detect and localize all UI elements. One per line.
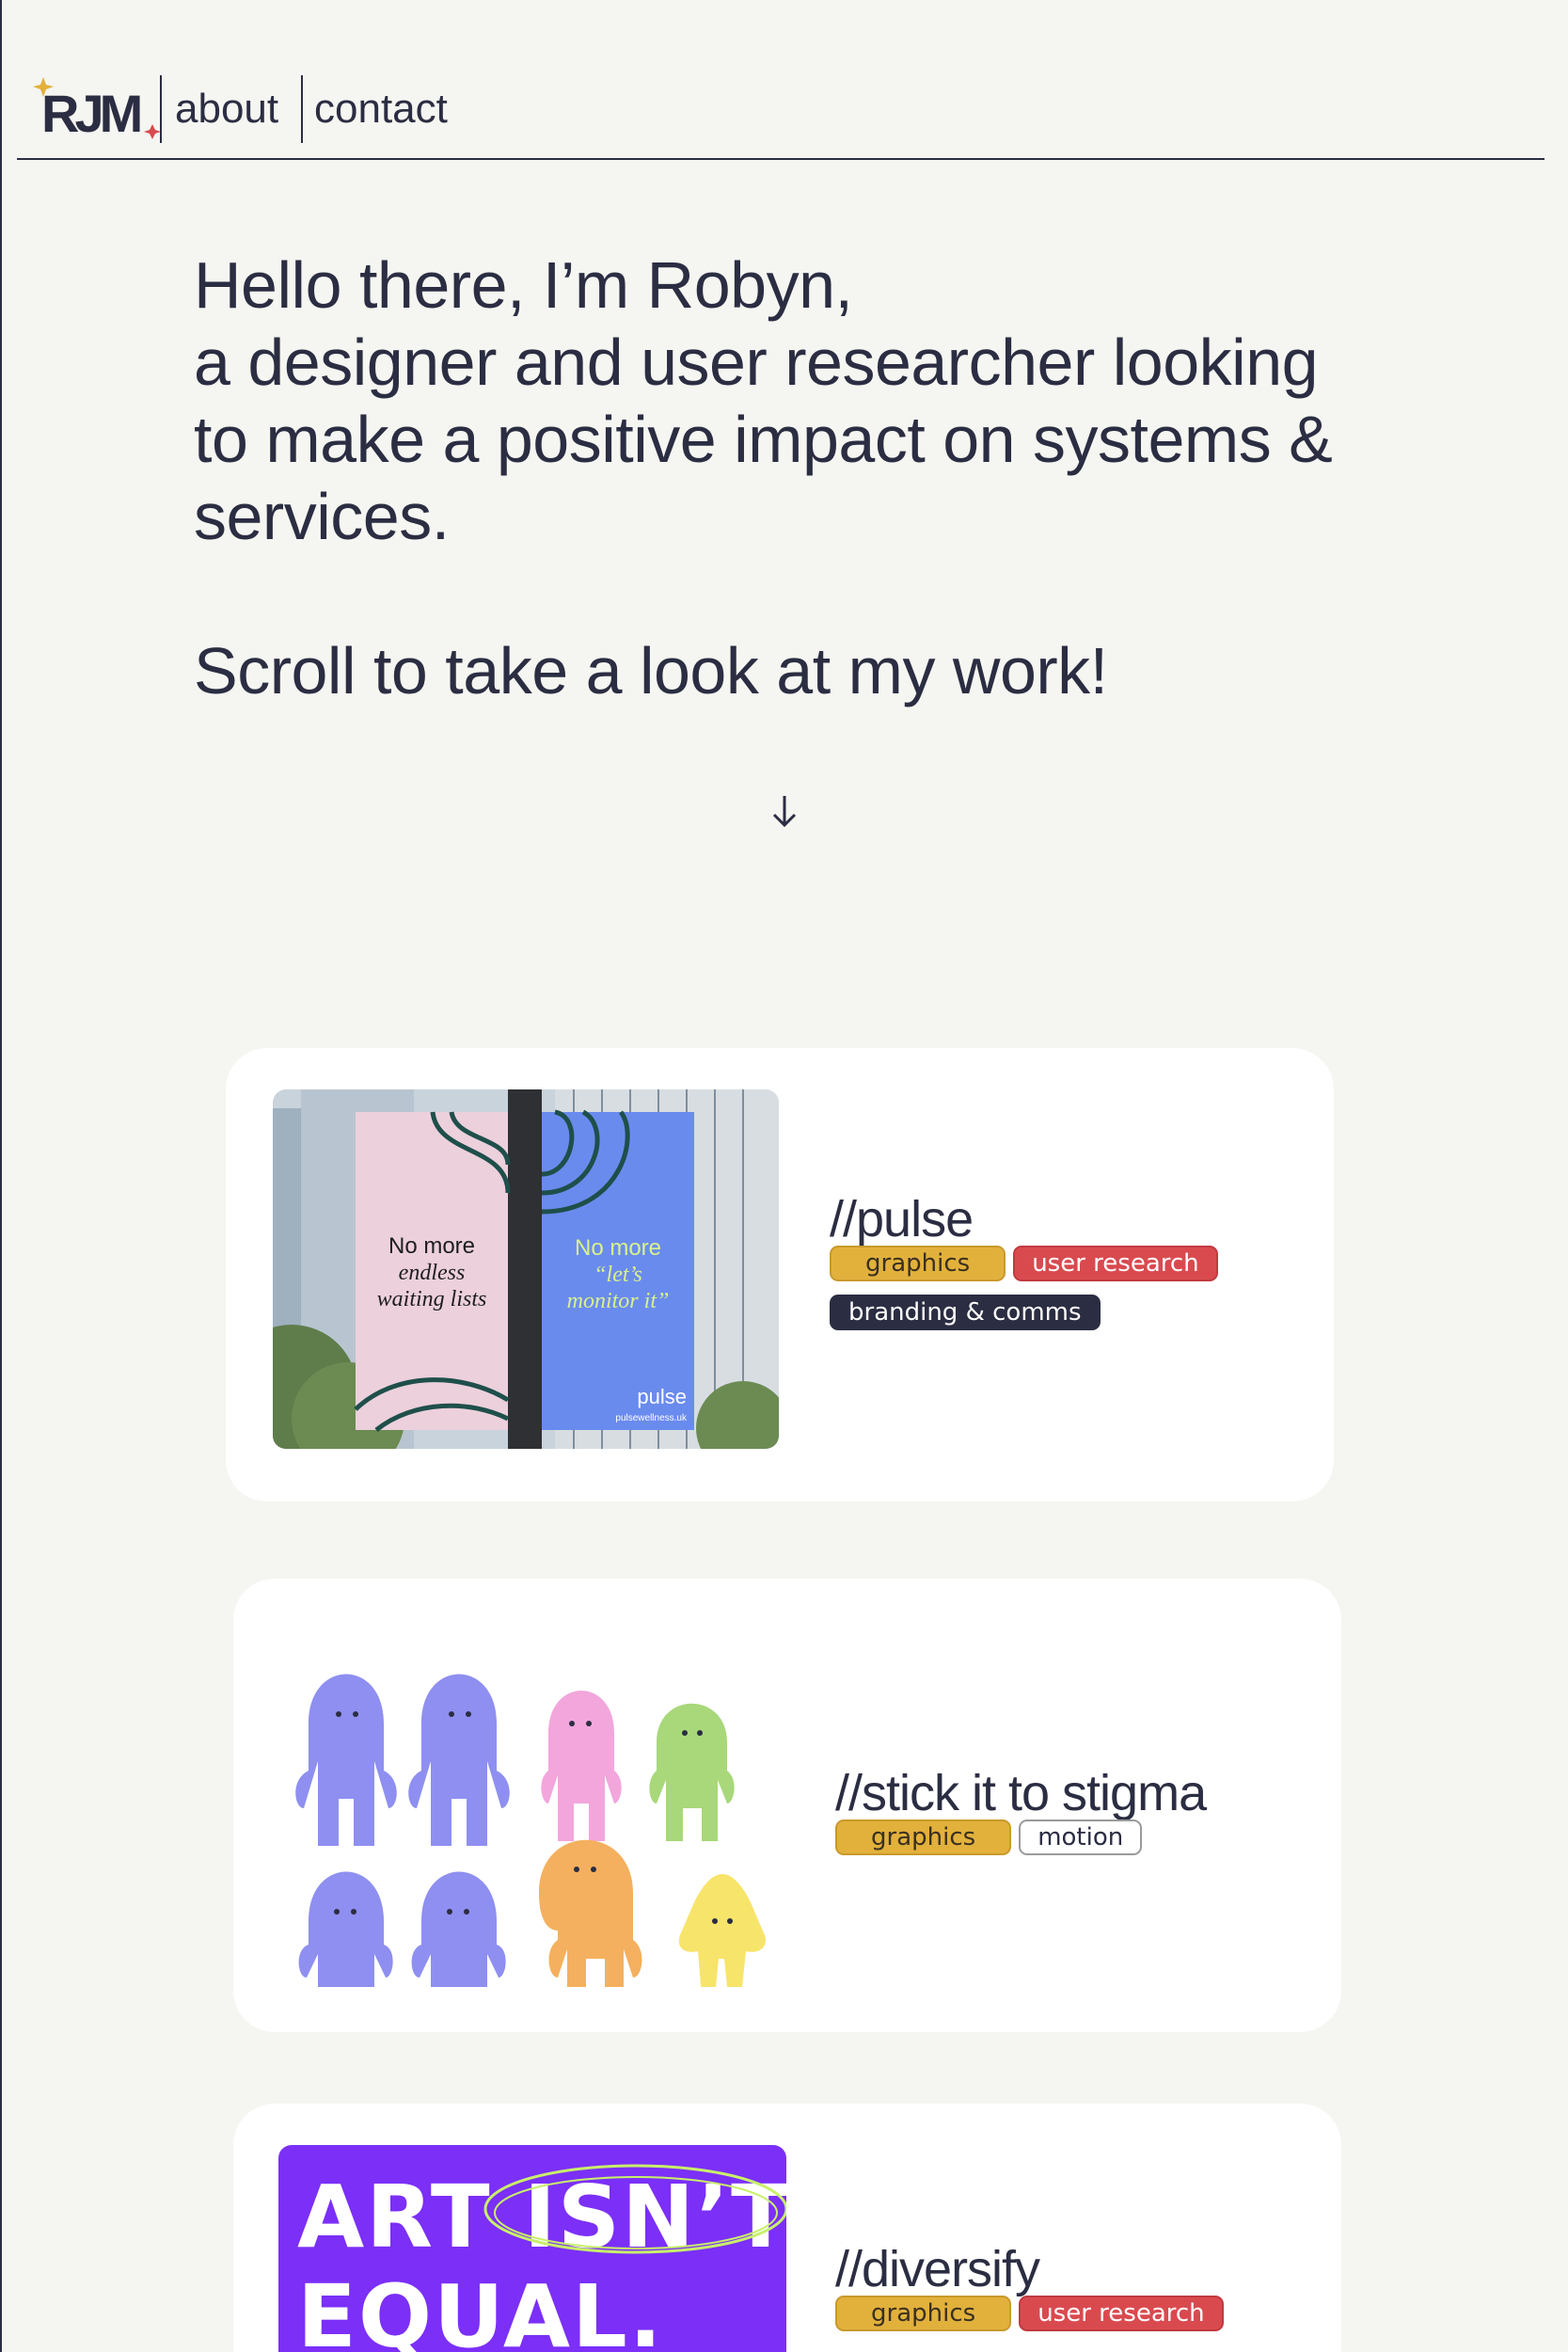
tag-user-research: user research [1019, 2296, 1224, 2331]
tag-graphics: graphics [830, 1246, 1006, 1281]
tag-list: graphics motion [835, 1820, 1268, 1855]
project-card-diversify[interactable]: ART ISN’T EQUAL. //diversify graphics us… [233, 2104, 1341, 2352]
banner-url-text: pulsewellness.uk [615, 1413, 688, 1423]
poster-headline: ART ISN’T [297, 2167, 786, 2267]
nav-about-link[interactable]: about [175, 75, 278, 143]
banner-right-text: “let’s [594, 1263, 642, 1287]
intro-line: to make a positive impact on systems & [194, 403, 1333, 476]
scroll-prompt: Scroll to take a look at my work! [194, 634, 1108, 707]
rjm-logo[interactable]: RJM [30, 66, 162, 141]
street-banner-image: No more endless waiting lists No more “l… [273, 1089, 779, 1449]
intro-greeting: Hello there, I’m Robyn, [194, 248, 853, 322]
intro-line: a designer and user researcher looking [194, 326, 1319, 399]
sparkle-red-icon [144, 124, 161, 139]
project-title[interactable]: //pulse [830, 1191, 974, 1248]
pulse-project-image[interactable]: No more endless waiting lists No more “l… [273, 1089, 779, 1449]
project-card-pulse[interactable]: No more endless waiting lists No more “l… [226, 1048, 1334, 1502]
intro-section: Hello there, I’m Robyn, a designer and u… [194, 246, 1435, 709]
banner-right-text: No more [575, 1235, 661, 1261]
down-arrow-icon[interactable] [766, 790, 803, 832]
banner-left-text: endless [399, 1261, 466, 1285]
project-title[interactable]: //stick it to stigma [835, 1765, 1207, 1821]
banner-brand-text: pulse [637, 1385, 687, 1408]
project-title[interactable]: //diversify [835, 2241, 1040, 2297]
banner-left-text: No more [388, 1233, 475, 1259]
banner-right-text: monitor it” [567, 1289, 670, 1313]
nav-divider [301, 75, 303, 143]
tag-list: graphics user research [835, 2296, 1268, 2331]
top-navigation: RJM about contact [17, 56, 1544, 160]
nav-divider [160, 75, 162, 143]
tag-graphics: graphics [835, 2296, 1012, 2331]
characters-illustration [295, 1674, 766, 1987]
art-poster-image: ART ISN’T EQUAL. [278, 2145, 786, 2352]
intro-line: services. [194, 480, 450, 553]
portfolio-page: RJM about contact Hello there, I’m Robyn… [0, 0, 1568, 2352]
tag-graphics: graphics [835, 1820, 1012, 1855]
tag-branding-comms: branding & comms [830, 1295, 1101, 1330]
project-card-stick-it-to-stigma[interactable]: //stick it to stigma graphics motion [233, 1579, 1341, 2032]
tag-list: graphics user research branding & comms [830, 1246, 1262, 1330]
tag-user-research: user research [1013, 1246, 1218, 1281]
nav-contact-link[interactable]: contact [314, 75, 448, 143]
logo-text: RJM [41, 84, 140, 141]
poster-headline: EQUAL. [297, 2266, 664, 2352]
diversify-project-image[interactable]: ART ISN’T EQUAL. [278, 2145, 786, 2352]
stigma-project-image[interactable] [280, 1620, 807, 1987]
tag-motion: motion [1019, 1820, 1143, 1855]
banner-left-text: waiting lists [377, 1287, 487, 1311]
